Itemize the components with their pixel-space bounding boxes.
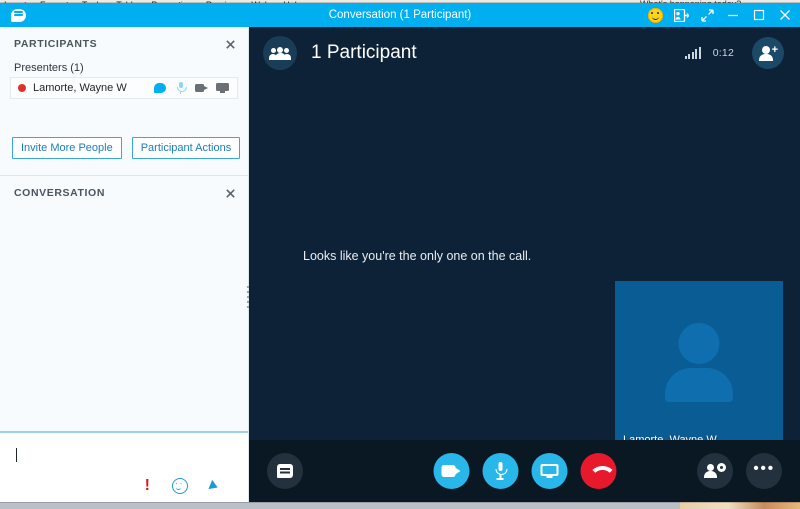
participants-close-icon[interactable] [222, 36, 238, 52]
high-importance-icon[interactable]: ! [145, 478, 150, 494]
send-icon[interactable] [208, 479, 220, 493]
chat-icon[interactable] [267, 453, 303, 489]
participant-name: Lamorte, Wayne W [33, 82, 127, 94]
conversation-close-icon[interactable] [222, 185, 238, 201]
call-toolbar-center [433, 453, 616, 489]
call-toolbar-right: ••• [697, 453, 782, 489]
screen: Insert Format Tools Table Properties Pre… [0, 0, 800, 509]
emoticon-icon[interactable] [172, 478, 188, 494]
window-title-bar: Conversation (1 Participant) [0, 3, 800, 27]
conversation-panel-title: CONVERSATION [14, 187, 106, 199]
left-side-panel: PARTICIPANTS Presenters (1) Lamorte, Way… [0, 27, 249, 502]
minimize-icon[interactable] [720, 3, 746, 27]
close-icon[interactable] [772, 3, 798, 27]
text-caret [16, 448, 17, 462]
hang-up-icon[interactable] [580, 453, 616, 489]
window-body: PARTICIPANTS Presenters (1) Lamorte, Way… [0, 27, 800, 502]
expand-icon[interactable] [694, 3, 720, 27]
self-video-tile[interactable]: Lamorte, Wayne W [615, 281, 783, 457]
signal-strength-icon [684, 47, 701, 59]
window-controls [642, 3, 800, 27]
add-person-icon[interactable]: + [752, 37, 784, 69]
participants-panel-header: PARTICIPANTS [0, 27, 248, 61]
call-timer: 0:12 [712, 47, 734, 59]
call-title: 1 Participant [311, 42, 417, 63]
call-toolbar-left [267, 453, 303, 489]
video-camera-icon[interactable] [433, 453, 469, 489]
message-input[interactable] [16, 446, 234, 464]
conversation-panel-header: CONVERSATION [0, 176, 248, 210]
people-options-icon[interactable] [697, 453, 733, 489]
conversation-message-list [0, 210, 248, 431]
skype-conversation-window: Conversation (1 Participant) PARTICIPANT… [0, 3, 800, 502]
smiley-icon[interactable] [642, 3, 668, 27]
im-bubble-icon[interactable] [153, 82, 166, 94]
call-toolbar: ••• [249, 440, 800, 502]
participants-panel-title: PARTICIPANTS [14, 38, 98, 50]
contact-card-icon[interactable] [668, 3, 694, 27]
group-people-icon [263, 36, 297, 70]
participant-row-icons [153, 82, 229, 94]
microphone-icon[interactable] [482, 453, 518, 489]
call-header: 1 Participant 0:12 + [249, 27, 800, 79]
participant-list-item[interactable]: Lamorte, Wayne W [10, 77, 238, 99]
more-options-icon[interactable]: ••• [746, 453, 782, 489]
compose-icon-row: ! [145, 478, 220, 494]
participant-actions-button[interactable]: Participant Actions [131, 137, 241, 159]
camera-icon[interactable] [195, 82, 208, 94]
maximize-icon[interactable] [746, 3, 772, 27]
present-screen-icon[interactable] [531, 453, 567, 489]
person-avatar-icon [662, 323, 736, 402]
call-header-right: 0:12 + [684, 37, 784, 69]
panel-splitter-handle[interactable] [243, 282, 253, 312]
presence-status-icon [18, 84, 26, 92]
invite-more-people-button[interactable]: Invite More People [12, 137, 122, 159]
call-status-message: Looks like you're the only one on the ca… [303, 249, 532, 263]
participants-actions: Invite More People Participant Actions [0, 99, 248, 159]
monitor-icon[interactable] [216, 82, 229, 94]
call-stage: 1 Participant 0:12 + Looks like you're t… [249, 27, 800, 502]
skype-bubble-icon [0, 3, 36, 27]
compose-area: ! [0, 433, 248, 502]
microphone-icon[interactable] [174, 82, 187, 94]
presenters-group-label: Presenters (1) [14, 62, 84, 74]
